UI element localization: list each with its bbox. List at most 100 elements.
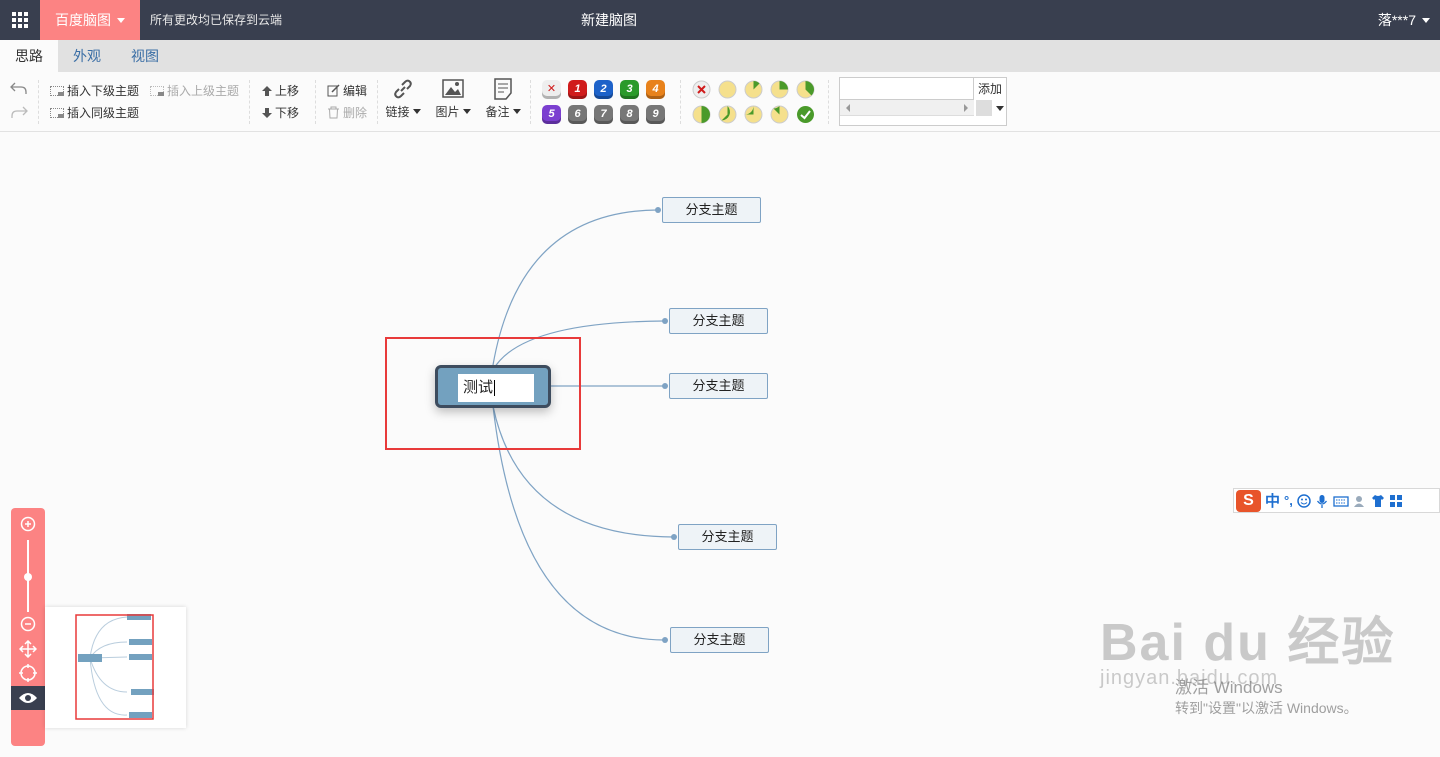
image-button[interactable]: 图片 bbox=[433, 78, 473, 128]
tab-appearance[interactable]: 外观 bbox=[58, 40, 116, 72]
zoom-slider[interactable] bbox=[23, 540, 33, 612]
microphone-icon[interactable] bbox=[1315, 494, 1329, 508]
move-down-label: 下移 bbox=[275, 106, 300, 120]
link-dot bbox=[671, 534, 677, 540]
caret-down-icon bbox=[512, 109, 521, 114]
trash-icon bbox=[328, 106, 339, 119]
zoom-panel bbox=[11, 508, 45, 746]
progress-3-icon[interactable] bbox=[796, 80, 815, 99]
arrow-up-icon bbox=[262, 85, 272, 96]
scroll-right-icon bbox=[964, 104, 968, 112]
redo-button[interactable] bbox=[10, 104, 28, 120]
move-down-button[interactable]: 下移 bbox=[262, 104, 299, 121]
move-arrows-icon bbox=[19, 640, 37, 658]
resource-scrollbar[interactable] bbox=[840, 100, 974, 116]
resource-add-button[interactable]: 添加 bbox=[974, 78, 1006, 100]
progress-7-icon[interactable] bbox=[770, 105, 789, 124]
progress-5-icon[interactable] bbox=[718, 105, 737, 124]
divider bbox=[249, 80, 250, 124]
caret-down-icon[interactable] bbox=[996, 106, 1004, 111]
link-dot bbox=[662, 383, 668, 389]
image-label: 图片 bbox=[435, 105, 460, 119]
priority-clear-button[interactable]: ✕ bbox=[542, 80, 561, 99]
priority-1-button[interactable]: 1 bbox=[568, 80, 587, 99]
insert-parent-button[interactable]: 插入上级主题 bbox=[150, 82, 239, 99]
branch-node[interactable]: 分支主题 bbox=[669, 373, 768, 399]
zoom-out-icon bbox=[20, 616, 36, 632]
tab-view[interactable]: 视图 bbox=[116, 40, 174, 72]
zoom-in-icon bbox=[20, 516, 36, 532]
priority-2-button[interactable]: 2 bbox=[594, 80, 613, 99]
branch-node[interactable]: 分支主题 bbox=[662, 197, 761, 223]
priority-4-button[interactable]: 4 bbox=[646, 80, 665, 99]
divider bbox=[377, 80, 378, 124]
edit-label: 编辑 bbox=[343, 84, 368, 98]
progress-6-icon[interactable] bbox=[744, 105, 763, 124]
ime-mode-toggle[interactable]: 中 bbox=[1265, 490, 1280, 511]
caret-down-icon bbox=[1422, 17, 1430, 23]
undo-icon bbox=[10, 82, 27, 94]
delete-label: 删除 bbox=[343, 106, 368, 120]
skin-shirt-icon[interactable] bbox=[1371, 494, 1385, 508]
note-label: 备注 bbox=[485, 105, 510, 119]
move-up-button[interactable]: 上移 bbox=[262, 82, 299, 99]
branch-node[interactable]: 分支主题 bbox=[670, 627, 769, 653]
move-up-label: 上移 bbox=[275, 84, 300, 98]
branch-node[interactable]: 分支主题 bbox=[678, 524, 777, 550]
note-button[interactable]: 备注 bbox=[483, 78, 523, 128]
undo-button[interactable] bbox=[10, 80, 28, 96]
insert-sibling-button[interactable]: 插入同级主题 bbox=[50, 104, 139, 121]
zoom-in-button[interactable] bbox=[19, 515, 37, 533]
progress-2-icon[interactable] bbox=[770, 80, 789, 99]
emoji-icon[interactable] bbox=[1297, 493, 1311, 508]
tab-thinking[interactable]: 思路 bbox=[0, 40, 58, 72]
redo-icon bbox=[11, 106, 28, 118]
user-menu[interactable]: 落***7 bbox=[1378, 0, 1430, 40]
resource-panel: 添加 bbox=[839, 77, 1007, 126]
edit-button[interactable]: 编辑 bbox=[327, 82, 367, 99]
user-icon[interactable] bbox=[1353, 494, 1367, 508]
priority-6-button[interactable]: 6 bbox=[568, 105, 587, 124]
image-icon bbox=[442, 79, 464, 98]
insert-sibling-label: 插入同级主题 bbox=[67, 106, 140, 120]
progress-done-icon[interactable] bbox=[796, 105, 815, 124]
arrow-down-icon bbox=[262, 107, 272, 118]
progress-clear-icon[interactable] bbox=[692, 80, 711, 99]
pan-button[interactable] bbox=[19, 640, 37, 658]
priority-3-button[interactable]: 3 bbox=[620, 80, 639, 99]
divider bbox=[828, 80, 829, 124]
windows-activation-subtitle: 转到"设置"以激活 Windows。 bbox=[1175, 700, 1358, 716]
user-name: 落***7 bbox=[1377, 12, 1416, 28]
ime-toolbar[interactable]: S 中 °, bbox=[1233, 488, 1440, 513]
branch-node[interactable]: 分支主题 bbox=[669, 308, 768, 334]
link-dot bbox=[662, 318, 668, 324]
progress-4-icon[interactable] bbox=[692, 105, 711, 124]
top-bar: 百度脑图 所有更改均已保存到云端 新建脑图 落***7 bbox=[0, 0, 1440, 40]
link-button[interactable]: 链接 bbox=[383, 78, 423, 128]
delete-button[interactable]: 删除 bbox=[327, 104, 367, 121]
grid-menu-icon[interactable] bbox=[1389, 494, 1403, 508]
priority-5-button[interactable]: 5 bbox=[542, 105, 561, 124]
resource-input[interactable] bbox=[840, 78, 974, 100]
eye-icon bbox=[19, 693, 37, 703]
keyboard-icon[interactable] bbox=[1333, 494, 1349, 508]
progress-1-icon[interactable] bbox=[744, 80, 763, 99]
divider bbox=[530, 80, 531, 124]
ime-punct-toggle[interactable]: °, bbox=[1284, 493, 1293, 508]
insert-child-button[interactable]: 插入下级主题 bbox=[50, 82, 139, 99]
link-dot bbox=[655, 207, 661, 213]
document-title[interactable]: 新建脑图 bbox=[0, 0, 1218, 40]
windows-activation-title: 激活 Windows bbox=[1175, 678, 1283, 697]
navigator-toggle-button[interactable] bbox=[11, 686, 45, 710]
insert-parent-label: 插入上级主题 bbox=[167, 84, 240, 98]
priority-8-button[interactable]: 8 bbox=[620, 105, 639, 124]
insert-parent-icon bbox=[150, 85, 164, 96]
priority-9-button[interactable]: 9 bbox=[646, 105, 665, 124]
center-button[interactable] bbox=[19, 664, 37, 682]
navigator-minimap[interactable] bbox=[45, 607, 186, 728]
link-icon bbox=[394, 79, 412, 99]
progress-0-icon[interactable] bbox=[718, 80, 737, 99]
priority-7-button[interactable]: 7 bbox=[594, 105, 613, 124]
resource-select[interactable] bbox=[976, 100, 992, 116]
zoom-out-button[interactable] bbox=[19, 615, 37, 633]
